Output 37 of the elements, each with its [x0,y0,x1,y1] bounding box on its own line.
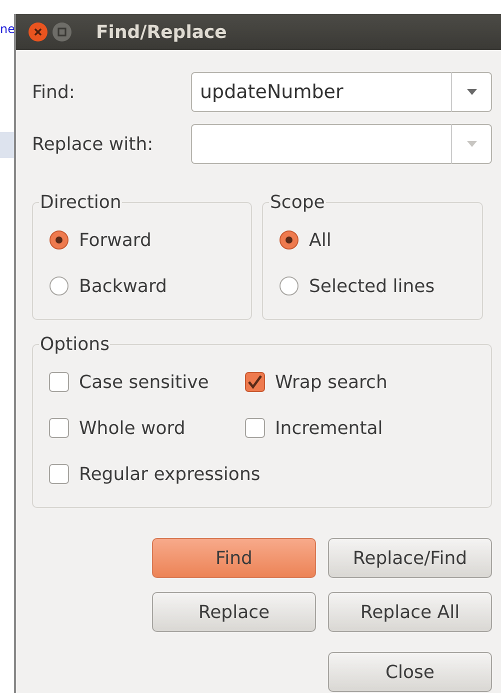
dialog-button[interactable]: Find [152,538,316,578]
checkbox-option[interactable]: Incremental [245,405,491,451]
dialog-button[interactable]: Replace All [328,592,492,632]
radio-icon[interactable] [279,276,299,296]
window-title: Find/Replace [96,22,227,42]
radio-option[interactable]: Selected lines [279,263,482,309]
dialog-button[interactable]: Replace/Find [328,538,492,578]
field-label: Find: [32,82,76,102]
checkbox-icon[interactable] [49,372,69,392]
radio-option[interactable]: All [279,217,482,263]
line-highlight [0,132,14,158]
text-field[interactable]: updateNumber [191,72,452,112]
code-text: ne [0,22,14,36]
checkbox-option[interactable]: Wrap search [245,359,491,405]
radio-option[interactable]: Backward [49,263,251,309]
dialog-button[interactable]: Close [328,652,492,692]
dropdown-arrow-icon[interactable] [466,88,478,96]
checkbox-icon[interactable] [245,418,265,438]
checkbox-option[interactable]: Case sensitive [49,359,245,405]
dropdown-button[interactable] [452,124,492,164]
checkbox-icon[interactable] [49,464,69,484]
checkbox-option[interactable]: Regular expressions [49,451,491,497]
checkbox-icon[interactable] [49,418,69,438]
group-title: Direction [39,192,122,213]
radio-icon[interactable] [279,230,299,250]
text-field[interactable] [191,124,452,164]
radio-option[interactable]: Forward [49,217,251,263]
checkbox-option[interactable]: Whole word [49,405,245,451]
radio-icon[interactable] [49,276,69,296]
radio-icon[interactable] [49,230,69,250]
checkbox-icon[interactable] [245,372,265,392]
group-title: Scope [269,192,326,213]
maximize-icon[interactable] [52,22,72,42]
field-label: Replace with: [32,134,154,154]
dialog-button[interactable]: Replace [152,592,316,632]
close-icon[interactable] [28,22,48,42]
group-title: Options [39,334,110,355]
